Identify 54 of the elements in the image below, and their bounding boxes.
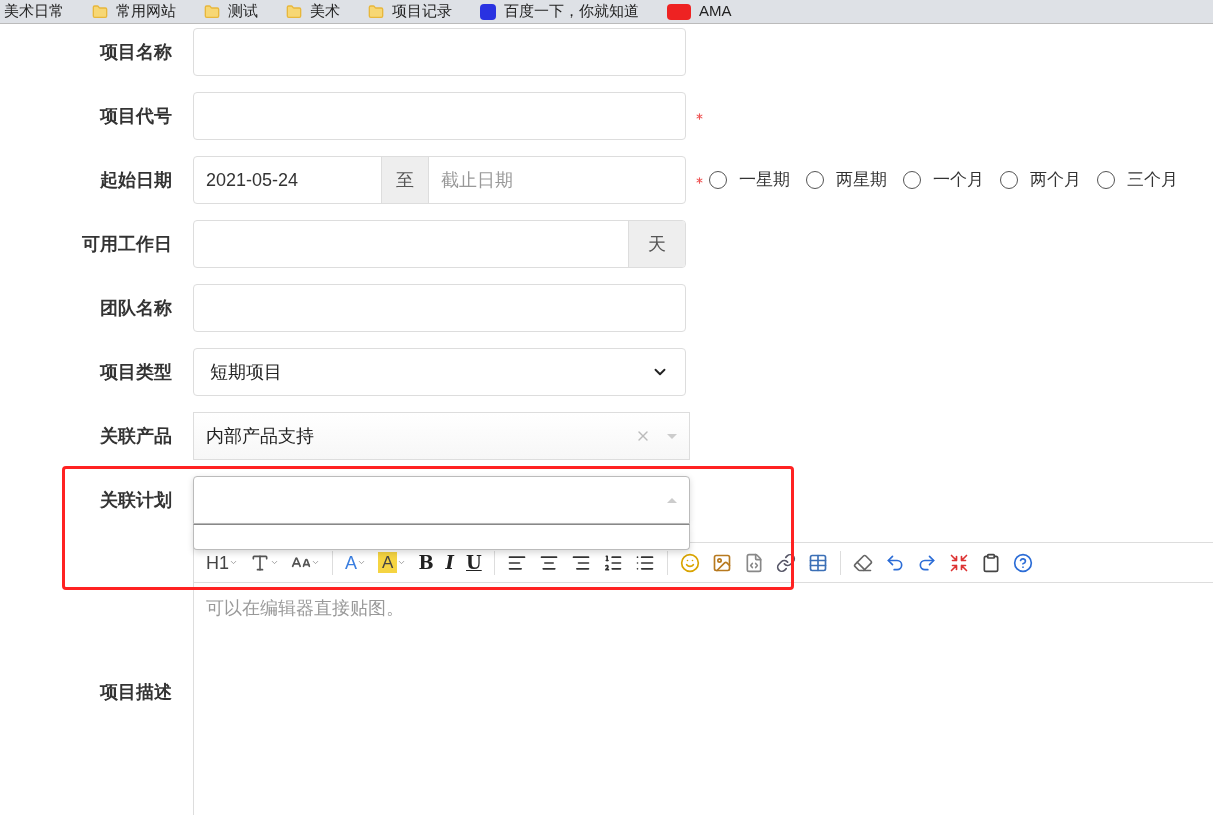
- period-radio[interactable]: 一星期: [709, 167, 790, 193]
- toolbar-button[interactable]: A: [345, 553, 358, 572]
- chosen-select[interactable]: 内部产品支持: [193, 412, 690, 460]
- toolbar-button[interactable]: H1: [206, 553, 229, 572]
- unit-addon: 天: [628, 221, 685, 267]
- period-radio[interactable]: 一个月: [903, 167, 984, 193]
- undo-icon[interactable]: [884, 552, 905, 573]
- eraser-icon[interactable]: [852, 552, 873, 573]
- rich-text-editor[interactable]: H1 A A B I U 可以在编辑器直接贴图。: [193, 542, 1213, 815]
- caret-up-icon: [667, 497, 677, 503]
- field-label: 起始日期: [99, 168, 172, 192]
- field-label: 项目名称: [98, 40, 172, 64]
- bookmark[interactable]: 美术: [286, 0, 340, 23]
- workdays-field[interactable]: 天: [193, 220, 686, 268]
- folder-icon: [204, 3, 220, 20]
- period-radio[interactable]: 两个月: [1000, 167, 1081, 193]
- image-icon[interactable]: [711, 552, 732, 573]
- bookmark[interactable]: 美术日常: [4, 0, 64, 23]
- folder-icon: [286, 3, 302, 20]
- toolbar-button[interactable]: U: [466, 553, 482, 572]
- date-range-field[interactable]: 2021-05-24 至 截止日期: [193, 156, 686, 204]
- folder-icon: [92, 3, 108, 20]
- period-radio[interactable]: 三个月: [1097, 167, 1178, 193]
- highlight-button[interactable]: A: [378, 551, 398, 574]
- text-field[interactable]: [193, 28, 686, 76]
- bookmark[interactable]: 项目记录: [368, 0, 452, 23]
- caret-down-icon: [667, 433, 677, 439]
- bookmark[interactable]: 百度一下，你就知道: [480, 0, 639, 23]
- field-label: 项目类型: [98, 360, 172, 384]
- bookmark[interactable]: AMA: [667, 0, 732, 23]
- folder-icon: [368, 3, 384, 20]
- editor-placeholder: 可以在编辑器直接贴图。: [205, 597, 405, 620]
- field-label: 项目代号: [98, 104, 172, 128]
- start-date-value: 2021-05-24: [205, 168, 300, 192]
- app-icon: [667, 3, 691, 20]
- range-separator: 至: [380, 157, 429, 203]
- table-icon[interactable]: [807, 552, 828, 573]
- period-radio[interactable]: 两星期: [806, 167, 887, 193]
- field-label: 关联计划: [99, 488, 172, 512]
- bookmark[interactable]: 测试: [204, 0, 258, 23]
- field-label: 可用工作日: [81, 232, 172, 256]
- help-icon[interactable]: [1012, 552, 1033, 573]
- toolbar-button[interactable]: B: [418, 553, 434, 572]
- bookmark[interactable]: 常用网站: [92, 0, 176, 23]
- fullscreen-icon[interactable]: [948, 552, 969, 573]
- text-field[interactable]: [193, 92, 686, 140]
- toolbar-button[interactable]: I: [445, 553, 454, 572]
- text-field[interactable]: [193, 284, 686, 332]
- link-icon[interactable]: [775, 552, 796, 573]
- field-label: 项目描述: [100, 680, 172, 704]
- type-select[interactable]: 短期项目: [193, 348, 686, 396]
- end-date-field[interactable]: 截止日期: [429, 157, 685, 203]
- field-label: 关联产品: [99, 424, 172, 448]
- field-label: 团队名称: [99, 296, 172, 320]
